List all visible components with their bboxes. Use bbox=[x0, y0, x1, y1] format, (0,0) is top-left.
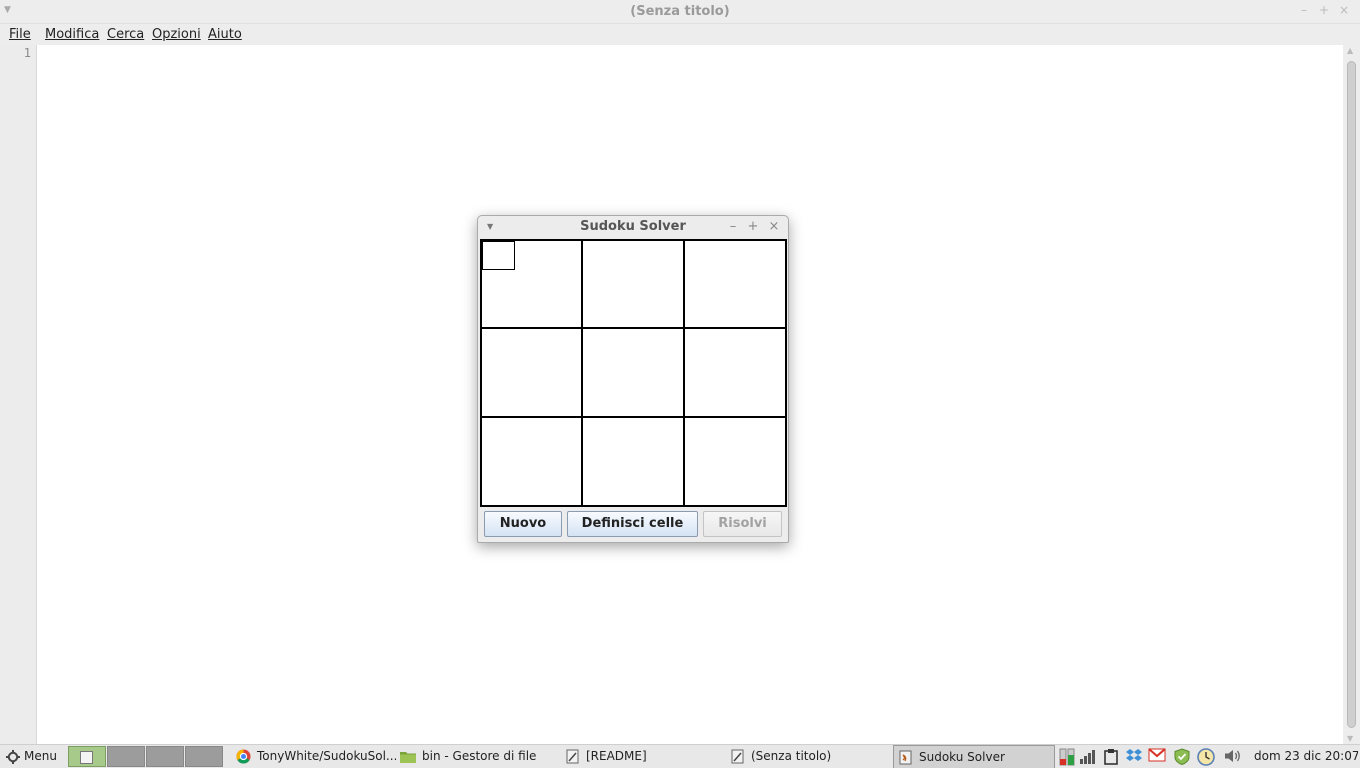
java-icon bbox=[899, 750, 912, 765]
menu-label: Menu bbox=[24, 749, 57, 763]
scrollbar-thumb[interactable] bbox=[1347, 61, 1356, 728]
taskbar: Menu TonyWhite/SudokuSol... bin - Gestor… bbox=[0, 744, 1360, 768]
signal-icon[interactable] bbox=[1078, 748, 1096, 766]
scroll-down-icon[interactable]: ▼ bbox=[1347, 734, 1353, 743]
line-number-gutter: 1 bbox=[0, 45, 37, 744]
task-sudoku-active[interactable]: Sudoku Solver bbox=[893, 745, 1055, 768]
menu-file[interactable]: File bbox=[9, 27, 31, 42]
minimize-icon[interactable]: – bbox=[1294, 3, 1314, 17]
menu-opzioni[interactable]: Opzioni bbox=[152, 27, 201, 42]
close-icon[interactable]: × bbox=[1334, 3, 1354, 17]
start-menu-button[interactable]: Menu bbox=[6, 745, 66, 768]
clock-icon[interactable] bbox=[1197, 748, 1215, 766]
new-button[interactable]: Nuovo bbox=[484, 511, 562, 537]
editor-menubar: File Modifica Cerca Opzioni Aiuto bbox=[0, 24, 1360, 45]
define-cells-button[interactable]: Definisci celle bbox=[567, 511, 698, 537]
grid-divider bbox=[482, 327, 785, 329]
selected-cell[interactable] bbox=[482, 241, 515, 270]
workspace-4[interactable] bbox=[185, 746, 223, 767]
editor-window-controls: – + × bbox=[1294, 3, 1354, 17]
close-icon[interactable]: × bbox=[767, 219, 781, 234]
task-file-manager[interactable]: bin - Gestore di file bbox=[400, 745, 550, 768]
volume-icon[interactable] bbox=[1223, 748, 1243, 766]
vertical-scrollbar[interactable]: ▲ ▼ bbox=[1343, 45, 1360, 744]
solve-button[interactable]: Risolvi bbox=[703, 511, 782, 537]
dropbox-icon[interactable] bbox=[1125, 748, 1143, 766]
task-chrome[interactable]: TonyWhite/SudokuSol... bbox=[236, 745, 396, 768]
text-editor-icon bbox=[566, 749, 579, 764]
workspace-3[interactable] bbox=[146, 746, 184, 767]
menu-aiuto[interactable]: Aiuto bbox=[208, 27, 242, 42]
sudoku-grid[interactable] bbox=[480, 239, 787, 507]
task-readme[interactable]: [README] bbox=[566, 745, 716, 768]
clipboard-icon[interactable] bbox=[1102, 748, 1120, 766]
minimize-icon[interactable]: – bbox=[726, 219, 740, 234]
grid-divider bbox=[683, 241, 685, 505]
folder-icon bbox=[400, 752, 416, 763]
gear-icon bbox=[6, 749, 20, 764]
menu-cerca[interactable]: Cerca bbox=[107, 27, 144, 42]
sudoku-solver-window: ▼ Sudoku Solver – + × Nuovo Definisci ce… bbox=[477, 215, 789, 543]
grid-divider bbox=[581, 241, 583, 505]
network-icon[interactable] bbox=[1058, 748, 1076, 766]
workspace-1[interactable] bbox=[68, 746, 106, 767]
editor-window-title: (Senza titolo) bbox=[630, 4, 730, 19]
maximize-icon[interactable]: + bbox=[1314, 3, 1334, 17]
shield-icon[interactable] bbox=[1173, 748, 1191, 766]
scroll-up-icon[interactable]: ▲ bbox=[1347, 46, 1353, 55]
window-preview bbox=[80, 751, 93, 764]
workspace-2[interactable] bbox=[107, 746, 145, 767]
maximize-icon[interactable]: + bbox=[746, 219, 760, 234]
chrome-icon bbox=[236, 749, 251, 764]
text-editor-icon bbox=[731, 749, 744, 764]
taskbar-clock[interactable]: dom 23 dic 20:07 bbox=[1254, 745, 1358, 768]
gmail-icon[interactable] bbox=[1148, 748, 1166, 766]
grid-divider bbox=[482, 416, 785, 418]
line-number: 1 bbox=[23, 46, 31, 60]
editor-titlebar: ▼ (Senza titolo) – + × bbox=[0, 0, 1360, 24]
menu-modifica[interactable]: Modifica bbox=[45, 27, 99, 42]
task-untitled[interactable]: (Senza titolo) bbox=[731, 745, 881, 768]
sudoku-window-title: Sudoku Solver bbox=[580, 219, 686, 234]
